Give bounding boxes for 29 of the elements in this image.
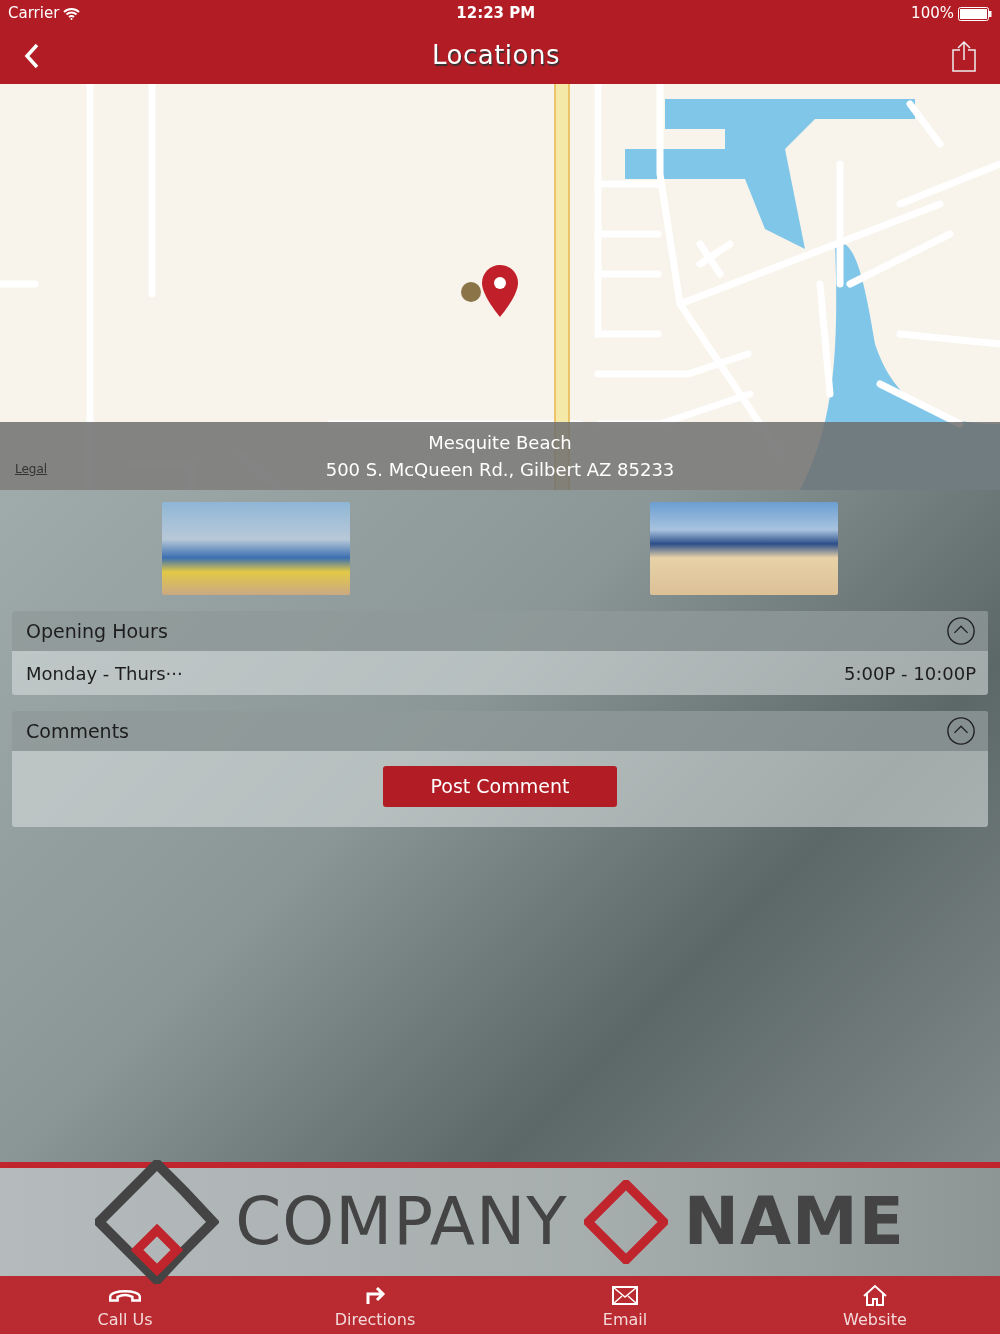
photo-placeholder[interactable] [162, 502, 350, 595]
photo-placeholder[interactable] [650, 502, 838, 595]
tab-bar-item[interactable]: Call Us [45, 1278, 205, 1332]
wifi-icon [63, 7, 81, 20]
phone-icon [109, 1288, 141, 1302]
back-icon[interactable] [24, 42, 40, 69]
battery-percent: 100% [911, 3, 954, 25]
section-title: Opening Hours [26, 618, 168, 644]
place-address: 500 S. McQueen Rd., Gilbert AZ 85233 [325, 458, 675, 482]
share-icon[interactable] [952, 39, 976, 72]
collapse-toggle-icon[interactable] [946, 616, 976, 646]
collapse-toggle-icon[interactable] [946, 716, 976, 746]
section-title: Comments [26, 718, 129, 744]
status-time: 12:23 PM [456, 3, 536, 25]
logo-mark-icon [583, 1180, 668, 1264]
tab-bar-item[interactable]: Directions [295, 1278, 455, 1332]
logo-text: NAME [683, 1189, 905, 1255]
legal-link[interactable]: Legal [15, 460, 48, 478]
carrier-label: Carrier [8, 3, 60, 25]
post-comment-button[interactable]: Post Comment [383, 766, 617, 807]
logo-text: COMPANY [235, 1189, 568, 1255]
day-label: Monday - Thurs··· [26, 661, 183, 686]
place-name: Mesquite Beach [428, 431, 572, 455]
tab-bar-item[interactable]: Website [795, 1278, 955, 1332]
hours-label: 5:00P - 10:00P [844, 661, 976, 686]
map-pin-icon [481, 264, 519, 318]
screen-title: Locations [432, 39, 560, 72]
tab-bar-item[interactable]: Email [545, 1278, 705, 1332]
battery-icon [958, 6, 992, 21]
